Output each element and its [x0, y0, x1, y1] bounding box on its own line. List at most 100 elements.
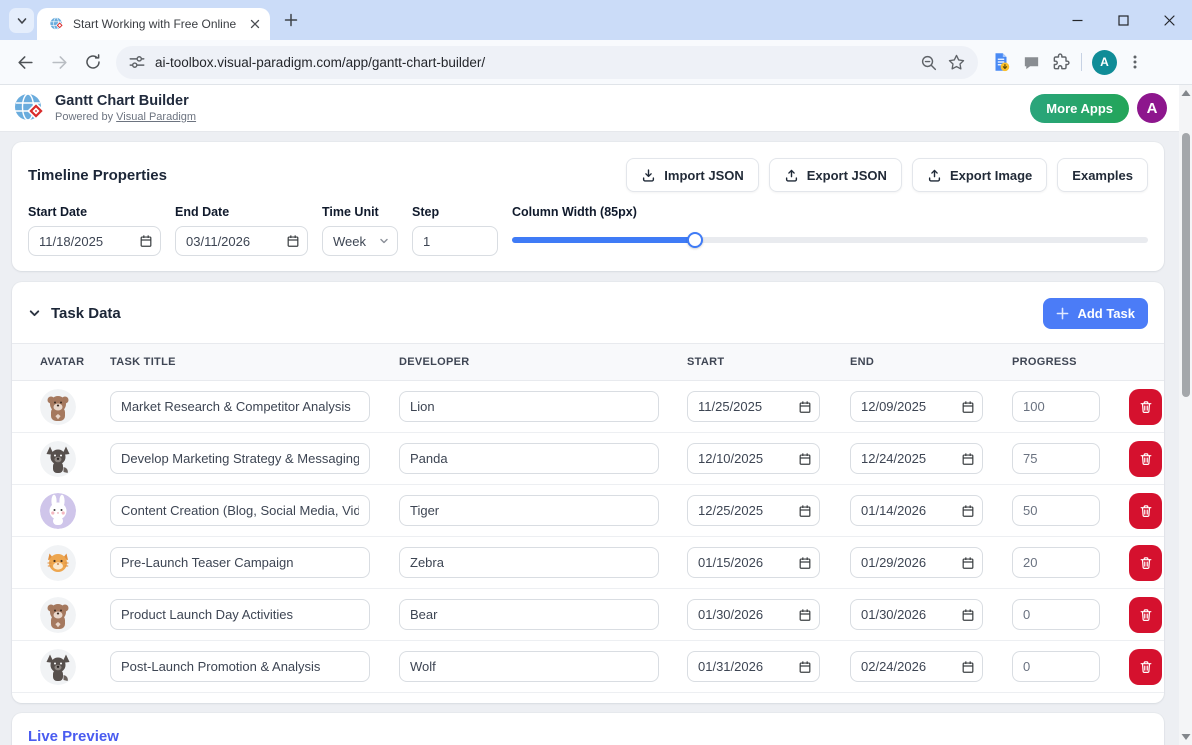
developer-input[interactable] [399, 391, 659, 422]
toolbar-separator [1081, 53, 1082, 71]
step-input[interactable] [412, 226, 498, 256]
import-json-button[interactable]: Import JSON [626, 158, 758, 192]
calendar-icon[interactable] [961, 608, 975, 622]
trash-icon [1139, 400, 1153, 414]
reload-icon[interactable] [76, 45, 110, 79]
calendar-icon[interactable] [798, 660, 812, 674]
export-image-button[interactable]: Export Image [912, 158, 1047, 192]
scrollbar-down-arrow-icon[interactable] [1181, 734, 1190, 740]
delete-task-button[interactable] [1129, 441, 1162, 477]
back-icon[interactable] [8, 45, 42, 79]
progress-input[interactable] [1012, 495, 1100, 526]
tab-favicon-vp-logo-icon [49, 16, 65, 32]
progress-input[interactable] [1012, 547, 1100, 578]
visual-paradigm-link[interactable]: Visual Paradigm [116, 111, 196, 123]
start-date-label: Start Date [28, 205, 161, 219]
bookmark-star-icon[interactable] [947, 53, 966, 72]
avatar-rabbit-icon [40, 493, 76, 529]
task-data-title: Task Data [51, 305, 121, 322]
trash-icon [1139, 504, 1153, 518]
column-width-slider-fill [512, 237, 695, 243]
timeline-properties-title: Timeline Properties [28, 167, 167, 184]
developer-input[interactable] [399, 495, 659, 526]
site-settings-tune-icon[interactable] [128, 53, 146, 71]
calendar-icon[interactable] [798, 400, 812, 414]
progress-input[interactable] [1012, 443, 1100, 474]
step-label: Step [412, 205, 498, 219]
delete-task-button[interactable] [1129, 597, 1162, 633]
calendar-icon[interactable] [798, 608, 812, 622]
delete-task-button[interactable] [1129, 493, 1162, 529]
task-title-input[interactable] [110, 443, 370, 474]
window-maximize-icon[interactable] [1100, 0, 1146, 40]
developer-input[interactable] [399, 651, 659, 682]
chat-bubble-extension-icon[interactable] [1022, 53, 1041, 72]
url-text[interactable]: ai-toolbox.visual-paradigm.com/app/gantt… [155, 55, 910, 70]
extensions-puzzle-icon[interactable] [1051, 52, 1071, 72]
progress-input[interactable] [1012, 599, 1100, 630]
add-task-button[interactable]: Add Task [1043, 298, 1148, 329]
zoom-out-icon[interactable] [919, 53, 938, 72]
window-minimize-icon[interactable] [1054, 0, 1100, 40]
calendar-icon[interactable] [798, 504, 812, 518]
task-title-input[interactable] [110, 651, 370, 682]
developer-input[interactable] [399, 547, 659, 578]
window-close-icon[interactable] [1146, 0, 1192, 40]
task-title-input[interactable] [110, 495, 370, 526]
browser-tab[interactable]: Start Working with Free Online [37, 8, 270, 40]
url-bar[interactable]: ai-toolbox.visual-paradigm.com/app/gantt… [116, 46, 978, 79]
more-apps-button[interactable]: More Apps [1030, 94, 1129, 123]
calendar-icon[interactable] [961, 452, 975, 466]
browser-profile-avatar[interactable]: A [1092, 50, 1117, 75]
forward-icon[interactable] [42, 45, 76, 79]
calendar-icon[interactable] [798, 452, 812, 466]
column-header-start: START [687, 356, 850, 368]
docs-offline-extension-icon[interactable] [990, 51, 1012, 73]
tab-close-icon[interactable] [245, 15, 264, 34]
table-row [12, 381, 1164, 433]
task-title-input[interactable] [110, 599, 370, 630]
calendar-icon[interactable] [286, 234, 300, 248]
calendar-icon[interactable] [139, 234, 153, 248]
avatar-cat-icon [40, 545, 76, 581]
column-width-slider-thumb[interactable] [687, 232, 703, 248]
powered-by: Powered by Visual Paradigm [55, 111, 196, 123]
calendar-icon[interactable] [798, 556, 812, 570]
task-title-input[interactable] [110, 391, 370, 422]
page-scrollbar[interactable] [1179, 85, 1192, 745]
task-rows [12, 381, 1164, 693]
tab-search-chevron-icon[interactable] [9, 8, 34, 33]
trash-icon [1139, 556, 1153, 570]
calendar-icon[interactable] [961, 400, 975, 414]
delete-task-button[interactable] [1129, 649, 1162, 685]
export-json-button[interactable]: Export JSON [769, 158, 902, 192]
column-header-avatar: AVATAR [40, 356, 110, 368]
calendar-icon[interactable] [961, 504, 975, 518]
plus-icon [1056, 307, 1069, 320]
time-unit-select[interactable]: Week [322, 226, 398, 256]
app-title: Gantt Chart Builder [55, 93, 196, 109]
column-width-label: Column Width (85px) [512, 205, 1148, 219]
scrollbar-thumb[interactable] [1182, 133, 1190, 397]
column-width-slider[interactable] [512, 232, 1148, 248]
avatar-wolf-icon [40, 649, 76, 685]
developer-input[interactable] [399, 599, 659, 630]
developer-input[interactable] [399, 443, 659, 474]
live-preview-title: Live Preview [28, 728, 1148, 745]
collapse-chevron-down-icon[interactable] [28, 307, 41, 320]
scrollbar-up-arrow-icon[interactable] [1181, 90, 1190, 96]
progress-input[interactable] [1012, 651, 1100, 682]
column-header-progress: PROGRESS [1012, 356, 1129, 368]
user-avatar[interactable]: A [1137, 93, 1167, 123]
table-row [12, 589, 1164, 641]
calendar-icon[interactable] [961, 660, 975, 674]
progress-input[interactable] [1012, 391, 1100, 422]
new-tab-icon[interactable] [281, 10, 301, 30]
delete-task-button[interactable] [1129, 389, 1162, 425]
avatar-bear-icon [40, 597, 76, 633]
browser-menu-dots-icon[interactable] [1127, 54, 1143, 70]
calendar-icon[interactable] [961, 556, 975, 570]
task-title-input[interactable] [110, 547, 370, 578]
delete-task-button[interactable] [1129, 545, 1162, 581]
examples-button[interactable]: Examples [1057, 158, 1148, 192]
